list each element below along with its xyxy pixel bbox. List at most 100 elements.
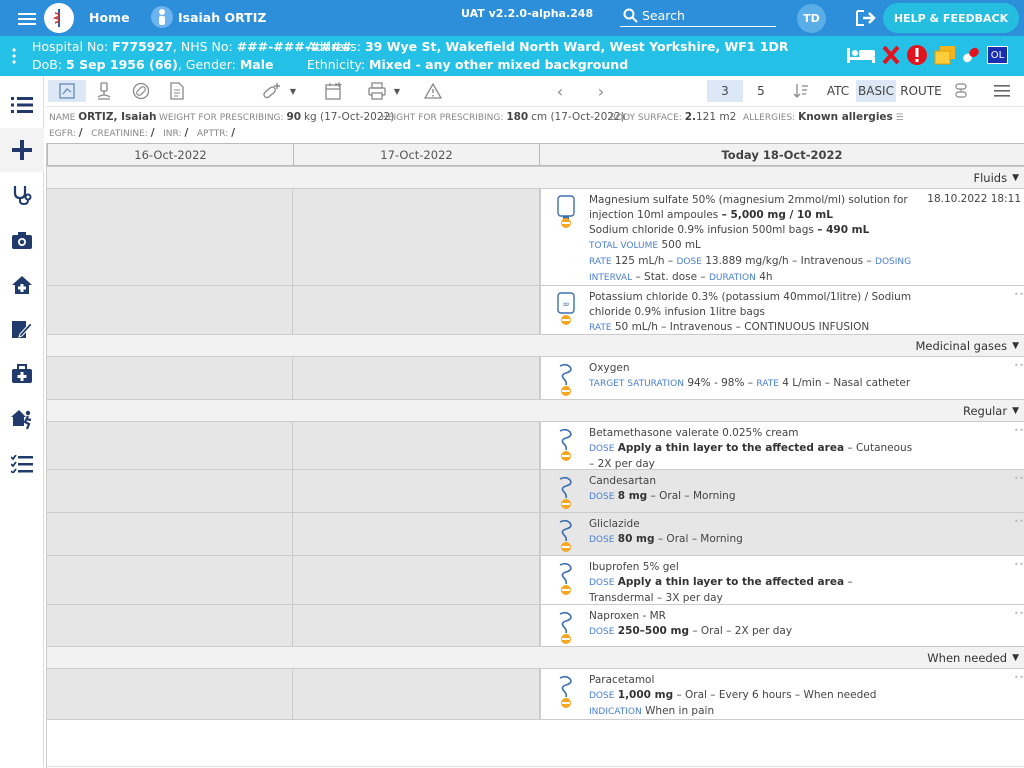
chart-view-button[interactable] bbox=[48, 80, 86, 102]
today-cell[interactable]: Magnesium sulfate 50% (magnesium 2mmol/m… bbox=[540, 189, 1024, 285]
route-button[interactable]: ROUTE bbox=[900, 80, 941, 102]
day-cell[interactable] bbox=[47, 669, 293, 719]
next-icon[interactable]: › bbox=[591, 80, 611, 102]
day-cell[interactable] bbox=[47, 470, 293, 512]
today-cell[interactable]: Betamethasone valerate 0.025% cream DOSE… bbox=[540, 422, 1024, 470]
today-cell[interactable]: Ibuprofen 5% gel DOSE Apply a thin layer… bbox=[540, 556, 1024, 604]
checklist-icon[interactable] bbox=[9, 451, 35, 477]
column-header-today[interactable]: Today 18-Oct-2022 bbox=[539, 143, 1024, 166]
more-icon[interactable] bbox=[12, 48, 16, 64]
help-feedback-button[interactable]: HELP & FEEDBACK bbox=[883, 3, 1019, 33]
day-cell[interactable] bbox=[293, 422, 540, 469]
app-logo-icon[interactable] bbox=[44, 3, 74, 33]
drag-handle-icon[interactable]: • • bbox=[1014, 474, 1024, 483]
table-row[interactable]: Gliclazide DOSE 80 mg – Oral – Morning •… bbox=[47, 513, 1024, 556]
document-icon[interactable] bbox=[166, 80, 188, 102]
day-cell[interactable] bbox=[293, 669, 540, 719]
drag-handle-icon[interactable]: • • bbox=[1014, 426, 1024, 435]
days-5-button[interactable]: 5 bbox=[750, 80, 772, 102]
allergies-menu-icon[interactable]: ☰ bbox=[896, 113, 904, 123]
section-fluids[interactable]: Fluids ▼ bbox=[47, 166, 1024, 189]
camera-icon[interactable] bbox=[9, 227, 35, 253]
list-icon[interactable] bbox=[9, 92, 35, 118]
day-cell[interactable] bbox=[47, 605, 293, 646]
section-regular[interactable]: Regular ▼ bbox=[47, 399, 1024, 422]
stethoscope-icon[interactable] bbox=[9, 182, 35, 208]
medication-icon[interactable] bbox=[960, 45, 982, 65]
day-cell[interactable] bbox=[47, 422, 293, 469]
warning-alert-icon[interactable] bbox=[906, 44, 928, 66]
allergies-value[interactable]: Known allergies bbox=[798, 111, 893, 123]
day-cell[interactable] bbox=[293, 470, 540, 512]
infusion-icon[interactable] bbox=[93, 80, 115, 102]
day-cell[interactable] bbox=[293, 286, 540, 334]
patient-name-link[interactable]: Isaiah ORTIZ bbox=[178, 10, 266, 25]
table-row[interactable]: Ibuprofen 5% gel DOSE Apply a thin layer… bbox=[47, 556, 1024, 605]
column-header-day2[interactable]: 17-Oct-2022 bbox=[293, 143, 540, 166]
add-medication-button[interactable]: ▼ bbox=[259, 80, 299, 102]
table-row[interactable]: Paracetamol DOSE 1,000 mg – Oral – Every… bbox=[47, 669, 1024, 720]
edit-document-icon[interactable] bbox=[9, 316, 35, 342]
drag-handle-icon[interactable]: • • bbox=[1014, 517, 1024, 526]
drag-handle-icon[interactable]: • • bbox=[1014, 609, 1024, 618]
day-cell[interactable] bbox=[47, 286, 293, 334]
bsa-value: 2. bbox=[684, 111, 696, 123]
route-icon bbox=[559, 363, 572, 396]
section-label: Regular bbox=[962, 403, 1008, 418]
user-avatar[interactable]: TD bbox=[797, 4, 826, 33]
medical-bag-icon[interactable] bbox=[9, 361, 35, 387]
home-plus-icon[interactable] bbox=[9, 272, 35, 298]
day-cell[interactable] bbox=[47, 556, 293, 604]
table-row[interactable]: Naproxen - MR DOSE 250–500 mg – Oral – 2… bbox=[47, 605, 1024, 647]
logout-icon[interactable] bbox=[855, 9, 877, 27]
print-button[interactable]: ▼ bbox=[363, 80, 405, 102]
today-cell[interactable]: Gliclazide DOSE 80 mg – Oral – Morning •… bbox=[540, 513, 1024, 555]
home-link[interactable]: Home bbox=[89, 10, 130, 25]
table-row[interactable]: ∞ Potassium chloride 0.3% (potassium 40m… bbox=[47, 286, 1024, 335]
table-row[interactable]: Oxygen TARGET SATURATION 94% - 98% – RAT… bbox=[47, 357, 1024, 400]
day-cell[interactable] bbox=[293, 357, 540, 399]
days-3-button[interactable]: 3 bbox=[707, 80, 743, 102]
today-cell[interactable]: Candesartan DOSE 8 mg – Oral – Morning •… bbox=[540, 470, 1024, 512]
section-medicinal-gases[interactable]: Medicinal gases ▼ bbox=[47, 334, 1024, 357]
drag-handle-icon[interactable]: • • bbox=[1014, 361, 1024, 370]
basic-button[interactable]: BASIC bbox=[856, 80, 896, 102]
day-cell[interactable] bbox=[293, 513, 540, 555]
sort-icon[interactable] bbox=[791, 80, 811, 102]
table-row[interactable]: Magnesium sulfate 50% (magnesium 2mmol/m… bbox=[47, 189, 1024, 286]
day-cell[interactable] bbox=[47, 513, 293, 555]
day-cell[interactable] bbox=[293, 189, 540, 285]
documents-icon[interactable] bbox=[934, 45, 956, 65]
today-cell[interactable]: Naproxen - MR DOSE 250–500 mg – Oral – 2… bbox=[540, 605, 1024, 646]
warning-icon[interactable] bbox=[422, 80, 444, 102]
caret-down-icon: ▼ bbox=[1012, 652, 1019, 663]
day-cell[interactable] bbox=[293, 556, 540, 604]
drag-handle-icon[interactable]: • • bbox=[1014, 560, 1024, 569]
section-when-needed[interactable]: When needed ▼ bbox=[47, 646, 1024, 669]
search-field[interactable]: Search bbox=[620, 5, 776, 27]
today-cell[interactable]: Paracetamol DOSE 1,000 mg – Oral – Every… bbox=[540, 669, 1024, 719]
cross-alert-icon[interactable] bbox=[882, 44, 900, 66]
table-row[interactable]: Betamethasone valerate 0.025% cream DOSE… bbox=[47, 422, 1024, 470]
no-medication-icon[interactable] bbox=[130, 80, 152, 102]
route-filter-icon[interactable] bbox=[951, 80, 971, 102]
hamburger-icon[interactable] bbox=[992, 80, 1012, 102]
calendar-add-icon[interactable] bbox=[323, 80, 345, 102]
day-cell[interactable] bbox=[47, 357, 293, 399]
table-row[interactable]: Candesartan DOSE 8 mg – Oral – Morning •… bbox=[47, 470, 1024, 513]
add-icon[interactable] bbox=[9, 137, 35, 163]
today-cell[interactable]: Oxygen TARGET SATURATION 94% - 98% – RAT… bbox=[540, 357, 1024, 399]
column-header-day1[interactable]: 16-Oct-2022 bbox=[47, 143, 294, 166]
today-cell[interactable]: ∞ Potassium chloride 0.3% (potassium 40m… bbox=[540, 286, 1024, 334]
discharge-icon[interactable] bbox=[9, 406, 35, 432]
menu-icon[interactable] bbox=[18, 11, 36, 25]
drag-handle-icon[interactable]: • • bbox=[1014, 290, 1024, 299]
previous-icon[interactable]: ‹ bbox=[550, 80, 570, 102]
ol-badge[interactable]: OL bbox=[987, 46, 1008, 64]
side-nav bbox=[0, 76, 44, 768]
bed-icon[interactable] bbox=[846, 45, 876, 65]
day-cell[interactable] bbox=[293, 605, 540, 646]
atc-button[interactable]: ATC bbox=[825, 80, 851, 102]
drag-handle-icon[interactable]: • • bbox=[1014, 673, 1024, 682]
day-cell[interactable] bbox=[47, 189, 293, 285]
